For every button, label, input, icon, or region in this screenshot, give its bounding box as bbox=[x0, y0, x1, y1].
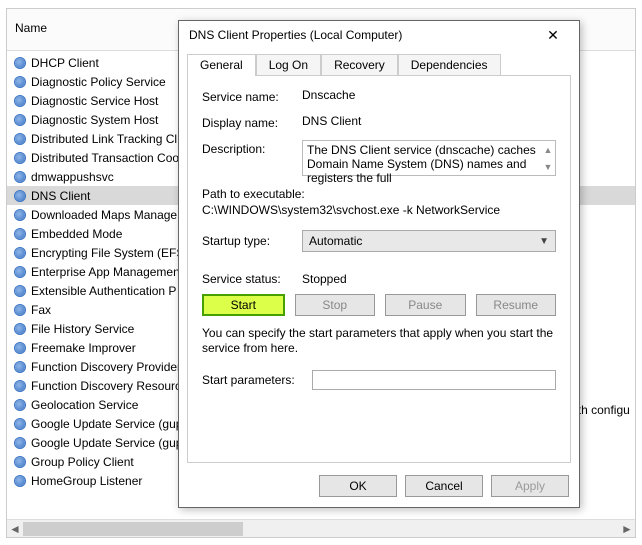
apply-button: Apply bbox=[491, 475, 569, 497]
service-name-text: Google Update Service (gup… bbox=[31, 436, 194, 450]
service-name-text: Enterprise App Managemen… bbox=[31, 265, 192, 279]
gear-icon bbox=[13, 474, 27, 488]
service-name-text: Group Policy Client bbox=[31, 455, 134, 469]
dialog-title: DNS Client Properties (Local Computer) bbox=[189, 28, 533, 42]
service-name-text: Extensible Authentication P… bbox=[31, 284, 188, 298]
service-name-text: DNS Client bbox=[31, 189, 90, 203]
resume-button: Resume bbox=[476, 294, 557, 316]
service-name-text: Diagnostic System Host bbox=[31, 113, 158, 127]
service-name-text: Fax bbox=[31, 303, 51, 317]
gear-icon bbox=[13, 56, 27, 70]
gear-icon bbox=[13, 113, 27, 127]
gear-icon bbox=[13, 436, 27, 450]
service-name-text: Diagnostic Service Host bbox=[31, 94, 158, 108]
ok-button[interactable]: OK bbox=[319, 475, 397, 497]
stop-button: Stop bbox=[295, 294, 376, 316]
startup-type-select[interactable]: Automatic ▼ bbox=[302, 230, 556, 252]
gear-icon bbox=[13, 360, 27, 374]
description-box[interactable]: The DNS Client service (dnscache) caches… bbox=[302, 140, 556, 176]
gear-icon bbox=[13, 341, 27, 355]
scrollbar-thumb[interactable] bbox=[23, 522, 243, 536]
gear-icon bbox=[13, 322, 27, 336]
start-button[interactable]: Start bbox=[202, 294, 285, 316]
service-name-text: Downloaded Maps Manage… bbox=[31, 208, 189, 222]
gear-icon bbox=[13, 132, 27, 146]
service-name-text: Embedded Mode bbox=[31, 227, 122, 241]
service-name-text: Function Discovery Resourc… bbox=[31, 379, 193, 393]
service-name-text: Encrypting File System (EFS) bbox=[31, 246, 188, 260]
service-name-text: Distributed Link Tracking Cl… bbox=[31, 132, 189, 146]
spin-down-icon[interactable]: ▼ bbox=[541, 158, 555, 175]
column-header-name[interactable]: Name bbox=[15, 21, 47, 35]
start-params-note: You can specify the start parameters tha… bbox=[202, 326, 556, 356]
service-name-text: Distributed Transaction Coo… bbox=[31, 151, 191, 165]
value-display-name: DNS Client bbox=[302, 114, 556, 128]
label-display-name: Display name: bbox=[202, 114, 302, 130]
tab-general[interactable]: General bbox=[187, 54, 256, 76]
label-startup-type: Startup type: bbox=[202, 234, 302, 248]
service-name-text: HomeGroup Listener bbox=[31, 474, 142, 488]
service-name-text: File History Service bbox=[31, 322, 134, 336]
service-name-text: dmwappushsvc bbox=[31, 170, 114, 184]
gear-icon bbox=[13, 246, 27, 260]
gear-icon bbox=[13, 379, 27, 393]
gear-icon bbox=[13, 208, 27, 222]
gear-icon bbox=[13, 284, 27, 298]
close-button[interactable]: ✕ bbox=[533, 21, 573, 49]
value-service-status: Stopped bbox=[302, 272, 347, 286]
label-description: Description: bbox=[202, 140, 302, 156]
gear-icon bbox=[13, 398, 27, 412]
gear-icon bbox=[13, 189, 27, 203]
tab-general-body: Service name: Dnscache Display name: DNS… bbox=[187, 75, 571, 463]
tab-recovery[interactable]: Recovery bbox=[321, 54, 398, 76]
label-path: Path to executable: bbox=[202, 186, 556, 202]
titlebar[interactable]: DNS Client Properties (Local Computer) ✕ bbox=[179, 21, 579, 49]
value-path: C:\WINDOWS\system32\svchost.exe -k Netwo… bbox=[202, 202, 556, 218]
gear-icon bbox=[13, 94, 27, 108]
spin-up-icon[interactable]: ▲ bbox=[541, 141, 555, 158]
value-description: The DNS Client service (dnscache) caches… bbox=[307, 143, 536, 185]
gear-icon bbox=[13, 303, 27, 317]
gear-icon bbox=[13, 227, 27, 241]
gear-icon bbox=[13, 170, 27, 184]
label-service-status: Service status: bbox=[202, 272, 302, 286]
tab-dependencies[interactable]: Dependencies bbox=[398, 54, 501, 76]
value-service-name: Dnscache bbox=[302, 88, 556, 102]
gear-icon bbox=[13, 151, 27, 165]
start-parameters-input[interactable] bbox=[312, 370, 556, 390]
service-name-text: DHCP Client bbox=[31, 56, 99, 70]
properties-dialog: DNS Client Properties (Local Computer) ✕… bbox=[178, 20, 580, 508]
service-name-text: Function Discovery Provider… bbox=[31, 360, 193, 374]
gear-icon bbox=[13, 455, 27, 469]
label-service-name: Service name: bbox=[202, 88, 302, 104]
chevron-down-icon: ▼ bbox=[539, 236, 549, 247]
tabstrip: GeneralLog OnRecoveryDependencies bbox=[187, 53, 571, 75]
tab-log-on[interactable]: Log On bbox=[256, 54, 321, 76]
horizontal-scrollbar[interactable]: ◄ ► bbox=[7, 519, 635, 537]
gear-icon bbox=[13, 75, 27, 89]
service-name-text: Geolocation Service bbox=[31, 398, 138, 412]
label-start-parameters: Start parameters: bbox=[202, 373, 312, 387]
service-name-text: Google Update Service (gup… bbox=[31, 417, 194, 431]
pause-button: Pause bbox=[385, 294, 466, 316]
gear-icon bbox=[13, 417, 27, 431]
scroll-left-icon[interactable]: ◄ bbox=[7, 520, 23, 538]
scroll-right-icon[interactable]: ► bbox=[619, 520, 635, 538]
service-name-text: Diagnostic Policy Service bbox=[31, 75, 166, 89]
cancel-button[interactable]: Cancel bbox=[405, 475, 483, 497]
value-startup-type: Automatic bbox=[309, 234, 362, 248]
gear-icon bbox=[13, 265, 27, 279]
service-name-text: Freemake Improver bbox=[31, 341, 136, 355]
